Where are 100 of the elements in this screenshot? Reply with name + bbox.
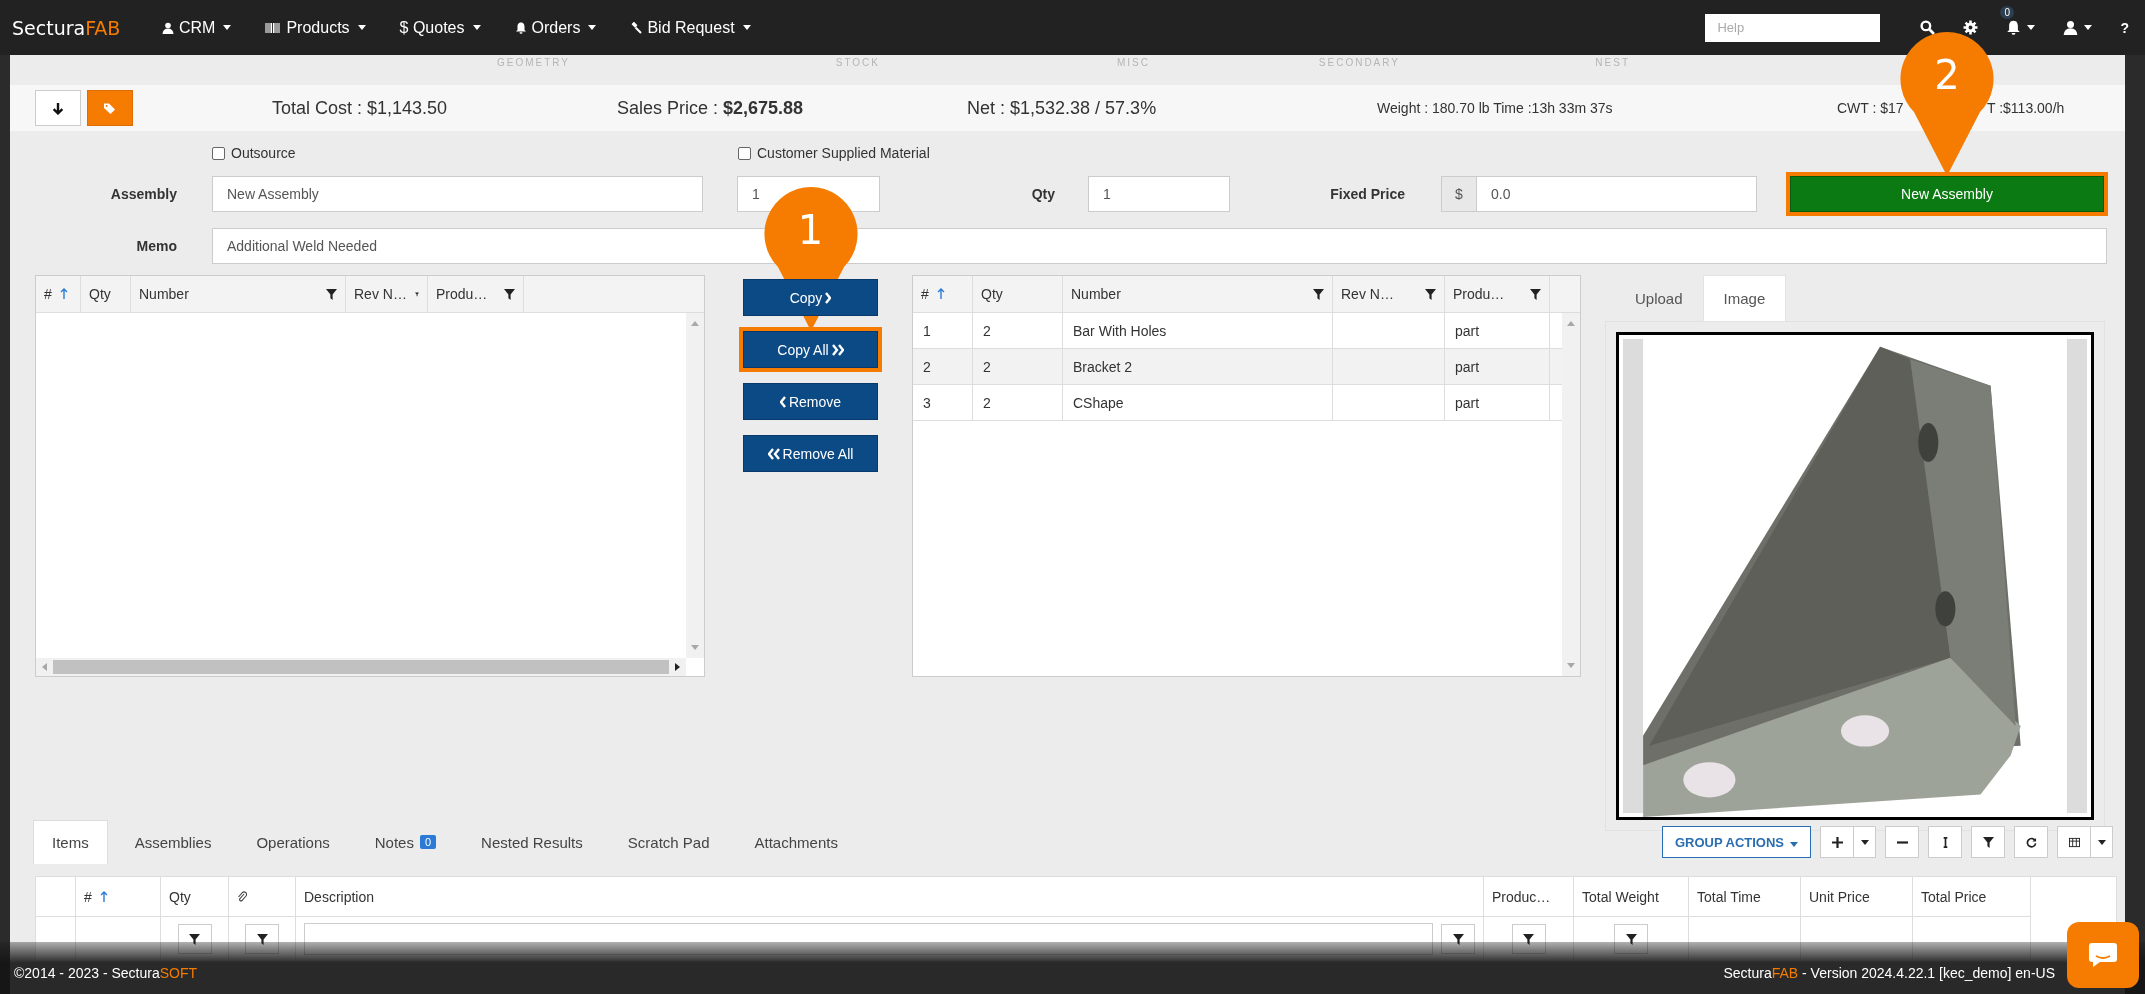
caret-icon (1790, 841, 1798, 847)
filter-icon (1625, 933, 1637, 945)
search-icon[interactable] (1920, 20, 1936, 35)
checkbox-label: Outsource (231, 145, 296, 161)
gavel-icon (630, 21, 643, 34)
column-header[interactable]: Produ… (428, 276, 524, 312)
assembly-label: Assembly (109, 186, 177, 202)
fixed-price-field[interactable]: 0.0 (1477, 176, 1757, 212)
filter-icon (1523, 933, 1534, 945)
transfer-button[interactable]: Copy (743, 279, 878, 316)
scrollbar-thumb[interactable] (53, 660, 669, 674)
columns-button[interactable] (2057, 826, 2091, 858)
nav-menu-item[interactable]: Bid Request (630, 18, 751, 37)
filter-icon[interactable] (1530, 288, 1541, 300)
help-link[interactable]: ? (2120, 19, 2129, 36)
column-header[interactable]: Produc… (1492, 888, 1551, 905)
column-filter-button[interactable] (245, 924, 279, 954)
dropdown-toggle[interactable] (2091, 826, 2113, 858)
column-header[interactable]: Description (304, 888, 375, 905)
settings-icon[interactable] (1963, 20, 1979, 35)
column-filter-button[interactable] (1441, 924, 1475, 954)
section-tab[interactable]: Attachments (736, 820, 856, 864)
add-button[interactable] (1820, 826, 1854, 858)
table-row[interactable]: 3 2 CShape part (913, 385, 1562, 421)
app-logo[interactable]: SecturaFAB (0, 16, 162, 39)
new-assembly-button[interactable]: New Assembly (1790, 176, 2104, 212)
filter-icon[interactable] (1313, 288, 1324, 300)
chat-button[interactable] (2067, 922, 2139, 988)
column-header[interactable]: Rev N… (346, 276, 428, 312)
column-filter-button[interactable] (1511, 924, 1546, 954)
user-icon[interactable] (2063, 20, 2079, 35)
nav-menu-item[interactable]: CRM (162, 18, 232, 37)
column-header[interactable]: Qty (81, 276, 131, 312)
qty-field[interactable]: 1 (1088, 176, 1230, 212)
column-header[interactable]: Unit Price (1809, 888, 1870, 905)
remove-button[interactable] (1885, 826, 1919, 858)
section-tab[interactable]: Operations (238, 820, 348, 864)
caret-icon[interactable] (2027, 25, 2036, 30)
table-cell: part (1445, 385, 1550, 420)
section-tab[interactable]: Items (33, 820, 108, 864)
chevron-right-icon (825, 291, 832, 304)
caret-icon (1860, 839, 1869, 845)
table-row[interactable]: 1 2 Bar With Holes part (913, 313, 1562, 349)
filter-icon (1452, 933, 1464, 945)
section-tab[interactable]: Nested Results (463, 820, 601, 864)
transfer-button[interactable]: Copy All (743, 331, 878, 368)
refresh-button[interactable] (2014, 826, 2048, 858)
section-tab[interactable]: Notes 0 (356, 820, 455, 864)
memo-label: Memo (135, 238, 177, 254)
horizontal-scrollbar[interactable] (36, 658, 686, 676)
bell-icon (514, 21, 527, 34)
column-header[interactable]: Total Time (1697, 888, 1761, 905)
double-chevron-left-icon (767, 447, 780, 460)
panel-tab[interactable]: Image (1702, 275, 1787, 321)
column-header[interactable]: Total Price (1921, 888, 1987, 905)
transfer-button[interactable]: Remove (743, 383, 878, 420)
column-header[interactable]: # (84, 888, 92, 905)
section-tab[interactable]: Scratch Pad (609, 820, 728, 864)
table-cell: part (1445, 349, 1550, 384)
filter-button[interactable] (1971, 826, 2005, 858)
assembly-name-field[interactable]: New Assembly (212, 176, 703, 212)
nav-menu-item[interactable]: Orders (514, 18, 597, 37)
pricing-tag-button[interactable] (87, 90, 133, 126)
filter-field[interactable] (304, 923, 1433, 955)
column-filter-button[interactable] (1614, 924, 1648, 954)
column-header[interactable]: Qty (169, 888, 191, 905)
column-header[interactable]: Total Weight (1582, 888, 1659, 905)
column-header[interactable]: Number (131, 276, 346, 312)
column-header[interactable]: Number (1063, 276, 1333, 312)
dropdown-toggle[interactable] (1854, 826, 1876, 858)
barcode-icon (265, 21, 282, 34)
caret-icon[interactable] (2084, 25, 2093, 30)
column-header[interactable]: Qty (973, 276, 1063, 312)
nav-menu-item[interactable]: Products (265, 18, 366, 37)
table-row[interactable]: 2 2 Bracket 2 part (913, 349, 1562, 385)
filter-icon[interactable] (326, 288, 337, 300)
column-filter-button[interactable] (177, 924, 212, 954)
cwt-value: CWT : $17 (1837, 100, 1905, 116)
panel-tab[interactable]: Upload (1615, 276, 1703, 321)
hourly-rate: T :$113.00/h (1987, 100, 2065, 116)
checkbox[interactable] (212, 146, 225, 160)
column-header[interactable]: # (913, 276, 973, 312)
filter-icon[interactable] (504, 288, 515, 300)
column-header[interactable]: # (36, 276, 81, 312)
help-search-field[interactable]: Help (1705, 13, 1881, 42)
collapse-button[interactable] (35, 90, 81, 126)
copyright-text: ©2014 - 2023 - SecturaSOFT (14, 965, 198, 981)
section-tab[interactable]: Assemblies (116, 820, 230, 864)
scroll-right-arrow-icon[interactable] (675, 663, 680, 671)
table-cell: 2 (973, 349, 1063, 384)
nav-menu-item[interactable]: $ Quotes (399, 18, 481, 37)
group-actions-button[interactable]: GROUP ACTIONS (1661, 826, 1811, 858)
notifications-icon[interactable] (2006, 20, 2022, 35)
caret-icon (2097, 839, 2106, 845)
table-cell: 2 (913, 349, 973, 384)
column-header[interactable]: Produ… (1445, 276, 1550, 312)
transfer-button[interactable]: Remove All (743, 435, 878, 472)
column-header[interactable]: Rev N… (1333, 276, 1445, 312)
filter-icon[interactable] (1425, 288, 1436, 300)
checkbox[interactable] (738, 146, 751, 160)
